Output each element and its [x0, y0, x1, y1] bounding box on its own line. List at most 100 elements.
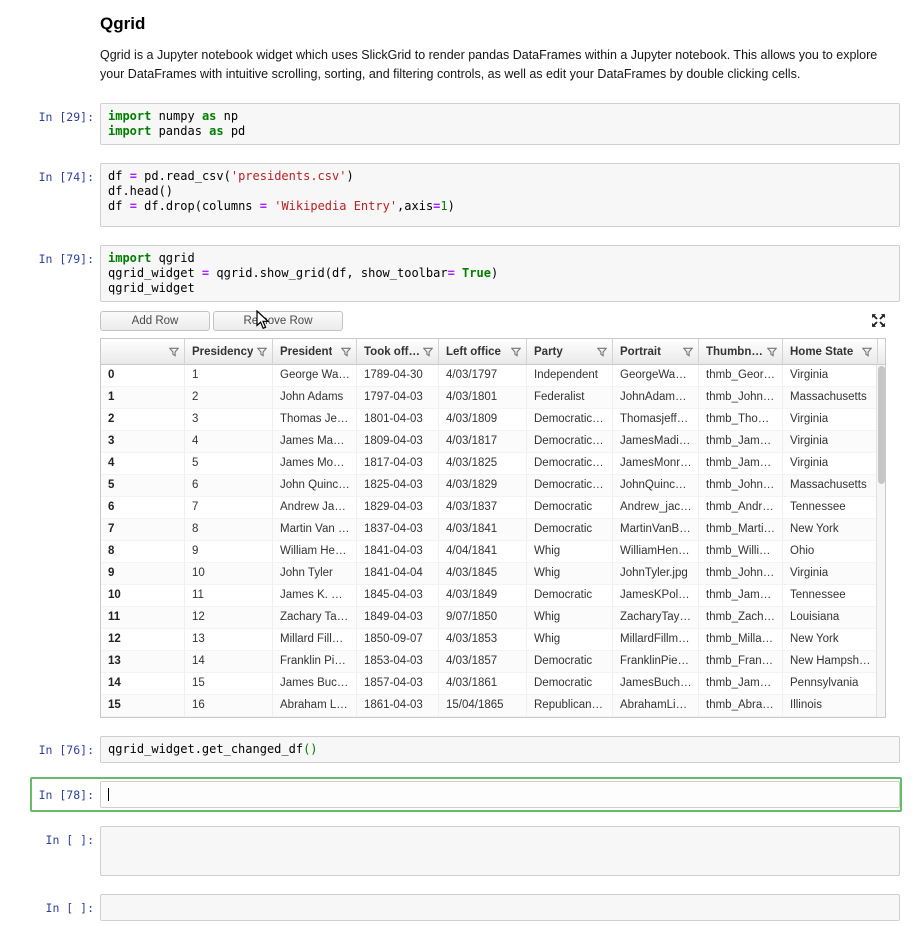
- grid-vertical-scrollbar[interactable]: [876, 365, 885, 717]
- grid-cell[interactable]: 1845-04-03: [357, 585, 439, 606]
- code-input-76[interactable]: qgrid_widget.get_changed_df(): [100, 736, 900, 763]
- filter-icon-thumbnail[interactable]: [767, 347, 777, 357]
- grid-cell[interactable]: JamesKPolk.gif: [613, 585, 699, 606]
- grid-cell[interactable]: John Quincy A...: [273, 475, 357, 496]
- grid-cell[interactable]: 2: [185, 387, 273, 408]
- grid-cell[interactable]: 4/03/1825: [439, 453, 527, 474]
- grid-cell[interactable]: 4: [185, 431, 273, 452]
- grid-cell[interactable]: GeorgeWashin...: [613, 365, 699, 386]
- grid-cell[interactable]: 4: [101, 453, 185, 474]
- grid-cell[interactable]: 4/03/1817: [439, 431, 527, 452]
- column-header-home-state[interactable]: Home State: [783, 339, 878, 365]
- grid-cell[interactable]: Democratic-Re...: [527, 475, 613, 496]
- filter-icon-home-state[interactable]: [862, 347, 872, 357]
- grid-cell[interactable]: FranklinPierce.gif: [613, 651, 699, 672]
- grid-cell[interactable]: Whig: [527, 563, 613, 584]
- grid-cell[interactable]: Tennessee: [783, 585, 878, 606]
- grid-scrollbar-thumb[interactable]: [878, 366, 885, 484]
- grid-cell[interactable]: MillardFillmore...: [613, 629, 699, 650]
- remove-row-button[interactable]: Remove Row: [213, 311, 343, 331]
- filter-icon-president[interactable]: [341, 347, 351, 357]
- grid-cell[interactable]: Virginia: [783, 409, 878, 430]
- grid-cell[interactable]: 1809-04-03: [357, 431, 439, 452]
- grid-cell[interactable]: 1829-04-03: [357, 497, 439, 518]
- grid-cell[interactable]: New Hampshire: [783, 651, 878, 672]
- grid-cell[interactable]: 16: [185, 695, 273, 716]
- grid-cell[interactable]: 3: [101, 431, 185, 452]
- grid-cell[interactable]: 1861-04-03: [357, 695, 439, 716]
- filter-icon-took-office[interactable]: [423, 347, 433, 357]
- grid-cell[interactable]: Virginia: [783, 453, 878, 474]
- code-input-79[interactable]: import qgridqgrid_widget = qgrid.show_gr…: [100, 245, 900, 302]
- grid-cell[interactable]: Pennsylvania: [783, 673, 878, 694]
- grid-cell[interactable]: 1797-04-03: [357, 387, 439, 408]
- grid-cell[interactable]: thmb_JohnTyle...: [699, 563, 783, 584]
- column-header-portrait[interactable]: Portrait: [613, 339, 699, 365]
- grid-cell[interactable]: John Tyler: [273, 563, 357, 584]
- grid-cell[interactable]: thmb_WilliamH...: [699, 541, 783, 562]
- grid-cell[interactable]: Democratic-Re...: [527, 431, 613, 452]
- grid-cell[interactable]: thmb_Abraha...: [699, 695, 783, 716]
- column-header-index[interactable]: [101, 339, 185, 365]
- grid-cell[interactable]: New York: [783, 629, 878, 650]
- grid-cell[interactable]: 7: [185, 497, 273, 518]
- grid-cell[interactable]: thmb_MartinVa...: [699, 519, 783, 540]
- code-input-empty-2[interactable]: [100, 894, 900, 921]
- grid-cell[interactable]: 1: [101, 387, 185, 408]
- grid-cell[interactable]: 1841-04-04: [357, 563, 439, 584]
- grid-cell[interactable]: 3: [185, 409, 273, 430]
- grid-cell[interactable]: 9/07/1850: [439, 607, 527, 628]
- grid-cell[interactable]: 11: [185, 585, 273, 606]
- grid-cell[interactable]: James Monroe: [273, 453, 357, 474]
- grid-cell[interactable]: 4/03/1829: [439, 475, 527, 496]
- grid-cell[interactable]: JohnAdams.jpg: [613, 387, 699, 408]
- grid-cell[interactable]: Zachary Taylor: [273, 607, 357, 628]
- grid-cell[interactable]: Whig: [527, 607, 613, 628]
- grid-cell[interactable]: JohnTyler.jpg: [613, 563, 699, 584]
- grid-cell[interactable]: 4/03/1849: [439, 585, 527, 606]
- grid-cell[interactable]: 9: [101, 563, 185, 584]
- grid-cell[interactable]: Whig: [527, 541, 613, 562]
- grid-cell[interactable]: 11: [101, 607, 185, 628]
- grid-cell[interactable]: AbrahamLincol...: [613, 695, 699, 716]
- grid-cell[interactable]: 1857-04-03: [357, 673, 439, 694]
- grid-cell[interactable]: JamesMonroe.gif: [613, 453, 699, 474]
- grid-cell[interactable]: Democratic: [527, 673, 613, 694]
- grid-cell[interactable]: 12: [101, 629, 185, 650]
- grid-cell[interactable]: 9: [185, 541, 273, 562]
- grid-cell[interactable]: Thomas Jeffer...: [273, 409, 357, 430]
- grid-cell[interactable]: 7: [101, 519, 185, 540]
- grid-cell[interactable]: thmb_JohnAd...: [699, 387, 783, 408]
- grid-cell[interactable]: Andrew Jackson: [273, 497, 357, 518]
- grid-cell[interactable]: thmb_George...: [699, 365, 783, 386]
- grid-cell[interactable]: 10: [185, 563, 273, 584]
- grid-cell[interactable]: 1853-04-03: [357, 651, 439, 672]
- grid-cell[interactable]: James Buchanan: [273, 673, 357, 694]
- grid-cell[interactable]: 1: [185, 365, 273, 386]
- grid-cell[interactable]: 1801-04-03: [357, 409, 439, 430]
- column-header-party[interactable]: Party: [527, 339, 613, 365]
- grid-cell[interactable]: Democratic-Re...: [527, 453, 613, 474]
- grid-cell[interactable]: Independent: [527, 365, 613, 386]
- grid-cell[interactable]: Democratic: [527, 651, 613, 672]
- grid-cell[interactable]: 4/03/1861: [439, 673, 527, 694]
- column-header-left-office[interactable]: Left office: [439, 339, 527, 365]
- grid-cell[interactable]: thmb_JamesM...: [699, 453, 783, 474]
- grid-cell[interactable]: WilliamHenryH...: [613, 541, 699, 562]
- grid-cell[interactable]: 13: [101, 651, 185, 672]
- grid-cell[interactable]: 4/03/1797: [439, 365, 527, 386]
- grid-cell[interactable]: 1850-09-07: [357, 629, 439, 650]
- column-header-thumbnail[interactable]: Thumbnail: [699, 339, 783, 365]
- grid-cell[interactable]: 15: [101, 695, 185, 716]
- grid-cell[interactable]: thmb_Franklin...: [699, 651, 783, 672]
- grid-cell[interactable]: Thomasjeffers...: [613, 409, 699, 430]
- grid-cell[interactable]: thmb_Andrew_...: [699, 497, 783, 518]
- grid-cell[interactable]: Republican/Na...: [527, 695, 613, 716]
- grid-cell[interactable]: JohnQuincyAd...: [613, 475, 699, 496]
- column-header-presidency[interactable]: Presidency: [185, 339, 273, 365]
- grid-cell[interactable]: 12: [185, 607, 273, 628]
- grid-cell[interactable]: 1817-04-03: [357, 453, 439, 474]
- filter-icon-party[interactable]: [597, 347, 607, 357]
- grid-cell[interactable]: William Henry ...: [273, 541, 357, 562]
- code-input-empty-1[interactable]: [100, 826, 900, 876]
